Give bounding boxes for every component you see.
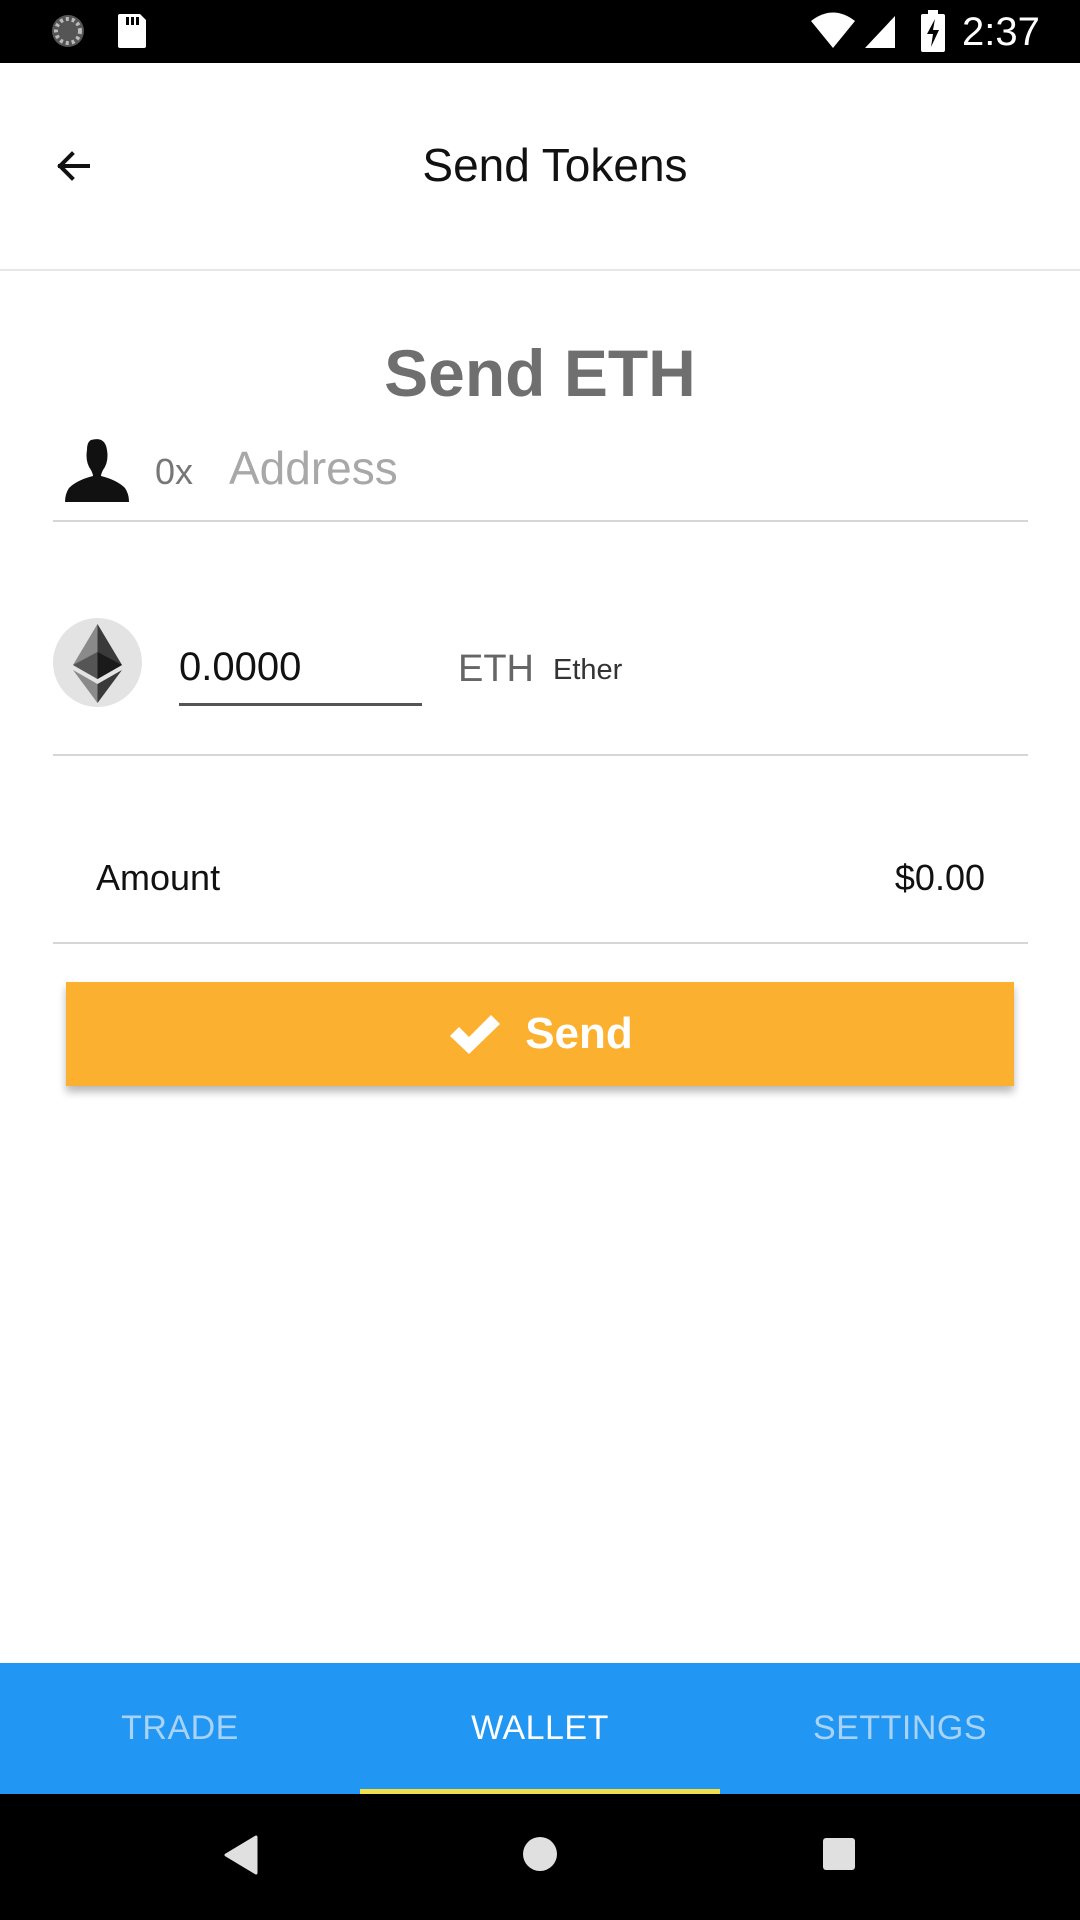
app-bar: Send Tokens	[0, 63, 1080, 271]
nav-home-icon[interactable]	[522, 1836, 558, 1872]
status-bar: 2:37	[0, 0, 1080, 63]
token-amount-input[interactable]	[179, 636, 422, 706]
fiat-amount-value: $0.00	[894, 857, 985, 898]
sd-card-icon	[118, 14, 146, 48]
token-symbol: ETH	[458, 648, 534, 690]
nav-recents-icon[interactable]	[822, 1837, 856, 1871]
address-row: 0x	[53, 430, 1028, 522]
tab-settings-label: SETTINGS	[812, 1709, 988, 1747]
person-icon	[65, 439, 129, 502]
loading-spinner-icon	[52, 15, 84, 47]
send-heading: Send ETH	[384, 336, 696, 410]
ethereum-logo-icon	[53, 618, 142, 707]
battery-charging-icon	[921, 10, 945, 52]
bottom-tab-bar: TRADE WALLET SETTINGS	[0, 1663, 1080, 1794]
cell-signal-icon	[865, 16, 895, 48]
fiat-amount-label: Amount	[96, 857, 221, 898]
tab-wallet[interactable]: WALLET	[360, 1663, 720, 1794]
fiat-amount-row: Amount $0.00	[53, 818, 1028, 944]
system-nav-bar	[0, 1794, 1080, 1920]
tab-trade[interactable]: TRADE	[0, 1663, 360, 1794]
address-prefix: 0x	[155, 451, 194, 492]
status-time: 2:37	[962, 10, 1040, 54]
token-name: Ether	[553, 654, 623, 686]
tab-trade-label: TRADE	[121, 1709, 239, 1747]
token-amount-row: ETH Ether	[53, 600, 1028, 756]
send-button[interactable]: Send	[66, 982, 1014, 1086]
nav-back-icon[interactable]	[222, 1834, 258, 1876]
send-button-label: Send	[525, 1009, 633, 1058]
wifi-icon	[811, 12, 855, 48]
tab-settings[interactable]: SETTINGS	[720, 1663, 1080, 1794]
checkmark-icon	[450, 1015, 501, 1054]
page-title: Send Tokens	[422, 139, 688, 191]
address-input[interactable]	[229, 436, 1009, 500]
tab-wallet-label: WALLET	[471, 1709, 609, 1747]
